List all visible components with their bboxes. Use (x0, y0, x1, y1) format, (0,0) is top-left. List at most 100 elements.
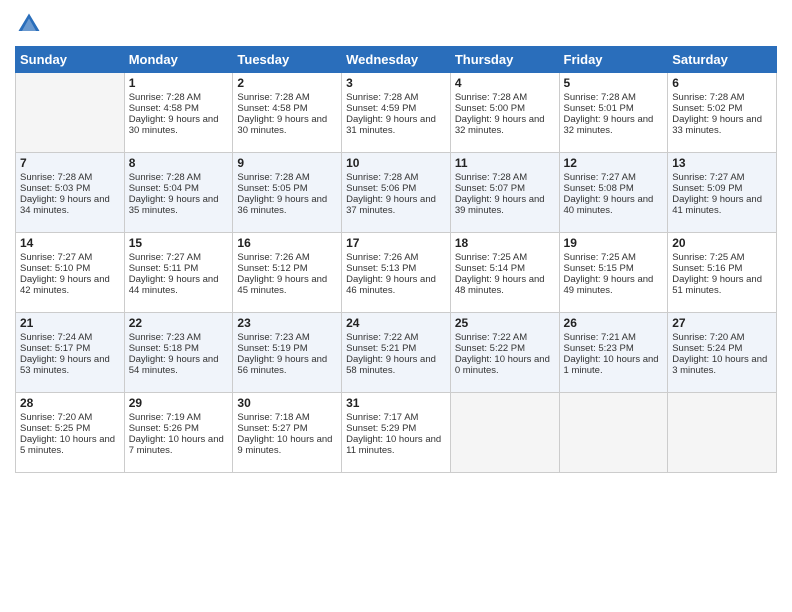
sunset: Sunset: 5:12 PM (237, 263, 307, 274)
sunset: Sunset: 5:16 PM (672, 263, 742, 274)
calendar-cell (559, 393, 668, 473)
daylight: Daylight: 9 hours and 56 minutes. (237, 354, 327, 376)
day-number: 28 (20, 396, 120, 410)
calendar-cell: 2Sunrise: 7:28 AMSunset: 4:58 PMDaylight… (233, 73, 342, 153)
daylight: Daylight: 9 hours and 54 minutes. (129, 354, 219, 376)
sunrise: Sunrise: 7:17 AM (346, 412, 418, 423)
sunset: Sunset: 5:29 PM (346, 423, 416, 434)
day-number: 2 (237, 76, 337, 90)
sunrise: Sunrise: 7:28 AM (346, 172, 418, 183)
day-number: 29 (129, 396, 229, 410)
sunrise: Sunrise: 7:24 AM (20, 332, 92, 343)
day-number: 6 (672, 76, 772, 90)
sunrise: Sunrise: 7:28 AM (672, 92, 744, 103)
daylight: Daylight: 9 hours and 42 minutes. (20, 274, 110, 296)
day-number: 24 (346, 316, 446, 330)
day-number: 8 (129, 156, 229, 170)
sunset: Sunset: 5:27 PM (237, 423, 307, 434)
day-number: 1 (129, 76, 229, 90)
sunset: Sunset: 4:58 PM (237, 103, 307, 114)
daylight: Daylight: 9 hours and 53 minutes. (20, 354, 110, 376)
day-number: 18 (455, 236, 555, 250)
daylight: Daylight: 9 hours and 30 minutes. (129, 114, 219, 136)
calendar-cell: 27Sunrise: 7:20 AMSunset: 5:24 PMDayligh… (668, 313, 777, 393)
calendar-table: SundayMondayTuesdayWednesdayThursdayFrid… (15, 46, 777, 473)
calendar-cell: 11Sunrise: 7:28 AMSunset: 5:07 PMDayligh… (450, 153, 559, 233)
sunrise: Sunrise: 7:28 AM (129, 172, 201, 183)
daylight: Daylight: 9 hours and 37 minutes. (346, 194, 436, 216)
calendar-cell: 24 Sunrise: 7:22 AMSunset: 5:21 PMDayligh… (342, 313, 451, 393)
day-number: 27 (672, 316, 772, 330)
sunrise: Sunrise: 7:28 AM (455, 92, 527, 103)
sunset: Sunset: 5:07 PM (455, 183, 525, 194)
sunrise: Sunrise: 7:22 AM (346, 332, 418, 343)
calendar-cell: 15Sunrise: 7:27 AMSunset: 5:11 PMDayligh… (124, 233, 233, 313)
logo (15, 10, 47, 38)
daylight: Daylight: 9 hours and 32 minutes. (564, 114, 654, 136)
calendar-cell: 6Sunrise: 7:28 AMSunset: 5:02 PMDaylight… (668, 73, 777, 153)
sunrise: Sunrise: 7:28 AM (455, 172, 527, 183)
daylight: Daylight: 9 hours and 40 minutes. (564, 194, 654, 216)
sunrise: Sunrise: 7:19 AM (129, 412, 201, 423)
day-number: 19 (564, 236, 664, 250)
sunrise: Sunrise: 7:26 AM (237, 252, 309, 263)
day-number: 30 (237, 396, 337, 410)
daylight: Daylight: 9 hours and 49 minutes. (564, 274, 654, 296)
calendar-week: 14Sunrise: 7:27 AMSunset: 5:10 PMDayligh… (16, 233, 777, 313)
header-day: Saturday (668, 47, 777, 73)
calendar-cell: 3Sunrise: 7:28 AMSunset: 4:59 PMDaylight… (342, 73, 451, 153)
daylight: Daylight: 9 hours and 32 minutes. (455, 114, 545, 136)
daylight: Daylight: 10 hours and 0 minutes. (455, 354, 550, 376)
sunrise: Sunrise: 7:27 AM (20, 252, 92, 263)
sunset: Sunset: 5:21 PM (346, 343, 416, 354)
sunset: Sunset: 5:15 PM (564, 263, 634, 274)
calendar-container: SundayMondayTuesdayWednesdayThursdayFrid… (0, 0, 792, 483)
daylight: Daylight: 9 hours and 44 minutes. (129, 274, 219, 296)
calendar-cell: 4Sunrise: 7:28 AMSunset: 5:00 PMDaylight… (450, 73, 559, 153)
sunset: Sunset: 5:02 PM (672, 103, 742, 114)
sunrise: Sunrise: 7:28 AM (237, 92, 309, 103)
sunrise: Sunrise: 7:27 AM (672, 172, 744, 183)
calendar-cell: 5Sunrise: 7:28 AMSunset: 5:01 PMDaylight… (559, 73, 668, 153)
sunrise: Sunrise: 7:27 AM (564, 172, 636, 183)
sunrise: Sunrise: 7:25 AM (672, 252, 744, 263)
day-number: 7 (20, 156, 120, 170)
daylight: Daylight: 9 hours and 45 minutes. (237, 274, 327, 296)
sunrise: Sunrise: 7:27 AM (129, 252, 201, 263)
header-row (15, 10, 777, 38)
daylight: Daylight: 10 hours and 3 minutes. (672, 354, 767, 376)
sunset: Sunset: 5:03 PM (20, 183, 90, 194)
sunrise: Sunrise: 7:28 AM (237, 172, 309, 183)
calendar-cell: 1Sunrise: 7:28 AMSunset: 4:58 PMDaylight… (124, 73, 233, 153)
day-number: 4 (455, 76, 555, 90)
sunset: Sunset: 5:05 PM (237, 183, 307, 194)
calendar-cell: 26Sunrise: 7:21 AMSunset: 5:23 PMDayligh… (559, 313, 668, 393)
calendar-cell: 18Sunrise: 7:25 AMSunset: 5:14 PMDayligh… (450, 233, 559, 313)
calendar-cell: 7Sunrise: 7:28 AMSunset: 5:03 PMDaylight… (16, 153, 125, 233)
day-number: 12 (564, 156, 664, 170)
day-number: 5 (564, 76, 664, 90)
sunrise: Sunrise: 7:26 AM (346, 252, 418, 263)
daylight: Daylight: 9 hours and 58 minutes. (346, 354, 436, 376)
header-day: Tuesday (233, 47, 342, 73)
calendar-cell: 28Sunrise: 7:20 AMSunset: 5:25 PMDayligh… (16, 393, 125, 473)
calendar-cell (16, 73, 125, 153)
sunrise: Sunrise: 7:20 AM (672, 332, 744, 343)
sunrise: Sunrise: 7:25 AM (455, 252, 527, 263)
day-number: 22 (129, 316, 229, 330)
sunrise: Sunrise: 7:23 AM (129, 332, 201, 343)
daylight: Daylight: 10 hours and 11 minutes. (346, 434, 441, 456)
calendar-cell: 9 Sunrise: 7:28 AMSunset: 5:05 PMDaylight… (233, 153, 342, 233)
sunrise: Sunrise: 7:28 AM (129, 92, 201, 103)
daylight: Daylight: 9 hours and 46 minutes. (346, 274, 436, 296)
calendar-cell: 29Sunrise: 7:19 AMSunset: 5:26 PMDayligh… (124, 393, 233, 473)
sunset: Sunset: 5:19 PM (237, 343, 307, 354)
calendar-week: 21Sunrise: 7:24 AMSunset: 5:17 PMDayligh… (16, 313, 777, 393)
daylight: Daylight: 9 hours and 31 minutes. (346, 114, 436, 136)
daylight: Daylight: 10 hours and 9 minutes. (237, 434, 332, 456)
day-number: 9 (237, 156, 337, 170)
day-number: 10 (346, 156, 446, 170)
daylight: Daylight: 9 hours and 36 minutes. (237, 194, 327, 216)
calendar-cell (668, 393, 777, 473)
daylight: Daylight: 10 hours and 1 minute. (564, 354, 659, 376)
